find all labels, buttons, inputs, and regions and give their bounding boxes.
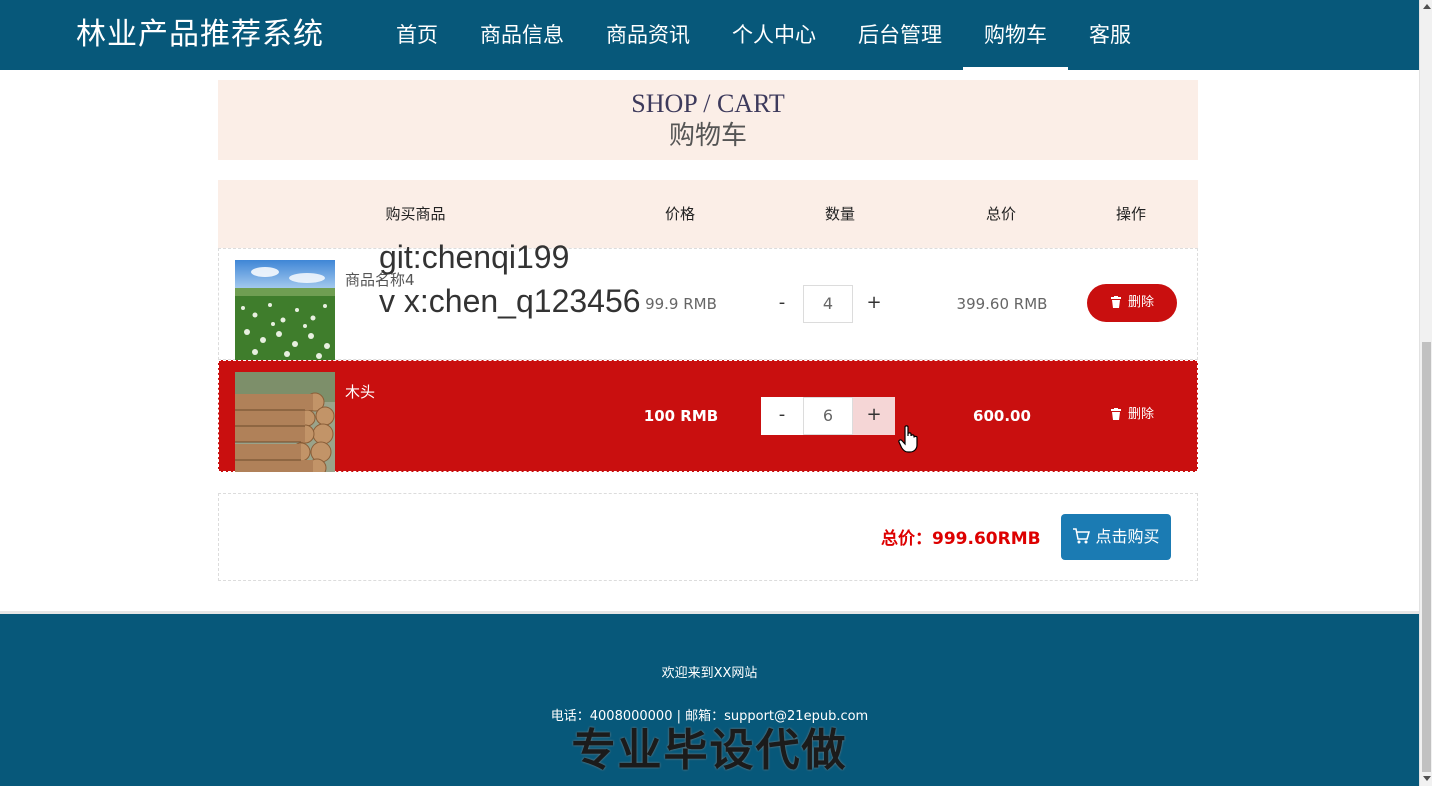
cart-title-en: SHOP / CART — [631, 89, 785, 118]
site-footer: 欢迎来到XX网站 电话：4008000000 | 邮箱：support@21ep… — [0, 614, 1419, 786]
footer-welcome: 欢迎来到XX网站 — [661, 666, 758, 681]
cart-title-cn: 购物车 — [668, 121, 747, 151]
scroll-up-arrow-icon[interactable] — [1422, 2, 1431, 12]
product-price: 99.9 RMB — [645, 295, 717, 313]
scroll-down-arrow-icon[interactable] — [1422, 774, 1431, 784]
nav-products[interactable]: 商品信息 — [459, 0, 585, 70]
cart-summary: 总价：999.60RMB 点击购买 — [218, 493, 1198, 581]
site-header: 林业产品推荐系统 首页 商品信息 商品资讯 个人中心 后台管理 购物车 客服 — [0, 0, 1419, 70]
quantity-stepper: - 4 + — [761, 285, 895, 323]
buy-label: 点击购买 — [1095, 527, 1160, 546]
buy-button[interactable]: 点击购买 — [1061, 514, 1171, 560]
nav-news[interactable]: 商品资讯 — [585, 0, 711, 70]
page-scrollbar[interactable] — [1419, 0, 1432, 786]
hand-pointer-cursor-icon — [898, 425, 918, 453]
nav-home[interactable]: 首页 — [375, 0, 459, 70]
quantity-decrease-button[interactable]: - — [761, 397, 803, 435]
cart-icon — [1073, 528, 1091, 544]
cart-row: 商品名称4 99.9 RMB - 4 + 399.60 RMB 删除 git:c… — [218, 239, 1198, 360]
grand-total: 总价：999.60RMB — [881, 529, 1041, 549]
nav-admin[interactable]: 后台管理 — [837, 0, 963, 70]
quantity-input[interactable]: 6 — [803, 397, 853, 435]
product-image-field[interactable] — [235, 260, 335, 360]
cart-row: 木头 100 RMB - 6 + 600.00 RMB 删除 — [218, 360, 1198, 535]
nav-cart[interactable]: 购物车 — [963, 0, 1068, 70]
product-name[interactable]: 木头 — [345, 381, 375, 402]
delete-label: 删除 — [1127, 407, 1154, 422]
header-price: 价格 — [664, 205, 695, 223]
delete-button[interactable]: 删除 — [1087, 396, 1177, 434]
site-brand[interactable]: 林业产品推荐系统 — [76, 14, 324, 56]
quantity-increase-button[interactable]: + — [853, 285, 895, 323]
cart-table: 购买商品 价格 数量 总价 操作 商品名称4 99.9 RMB - 4 + 39… — [218, 180, 1198, 535]
trash-icon — [1110, 296, 1121, 308]
header-total: 总价 — [985, 205, 1016, 223]
overlay-line-1: git:chenqi199 — [379, 239, 570, 275]
row-total: 399.60 RMB — [956, 295, 1048, 313]
nav-profile[interactable]: 个人中心 — [711, 0, 837, 70]
delete-label: 删除 — [1127, 295, 1154, 310]
quantity-input[interactable]: 4 — [803, 285, 853, 323]
cart-title-banner: SHOP / CART 购物车 — [218, 80, 1198, 160]
scroll-thumb[interactable] — [1422, 342, 1431, 772]
header-quantity: 数量 — [824, 205, 855, 223]
header-operation: 操作 — [1115, 205, 1146, 223]
product-image-field[interactable] — [235, 372, 335, 472]
overlay-line-2: v x:chen_q123456 — [379, 283, 641, 319]
delete-button[interactable]: 删除 — [1087, 284, 1177, 322]
footer-watermark: 专业毕设代做 — [571, 725, 848, 776]
quantity-decrease-button[interactable]: - — [761, 285, 803, 323]
quantity-stepper: - 6 + — [761, 397, 895, 435]
main-nav: 首页 商品信息 商品资讯 个人中心 后台管理 购物车 客服 — [375, 0, 1152, 70]
header-product: 购买商品 — [385, 205, 446, 223]
trash-icon — [1110, 408, 1121, 420]
quantity-increase-button[interactable]: + — [853, 397, 895, 435]
nav-service[interactable]: 客服 — [1068, 0, 1152, 70]
cart-table-header: 购买商品 价格 数量 总价 操作 — [218, 180, 1198, 248]
product-price: 100 RMB — [643, 407, 719, 425]
